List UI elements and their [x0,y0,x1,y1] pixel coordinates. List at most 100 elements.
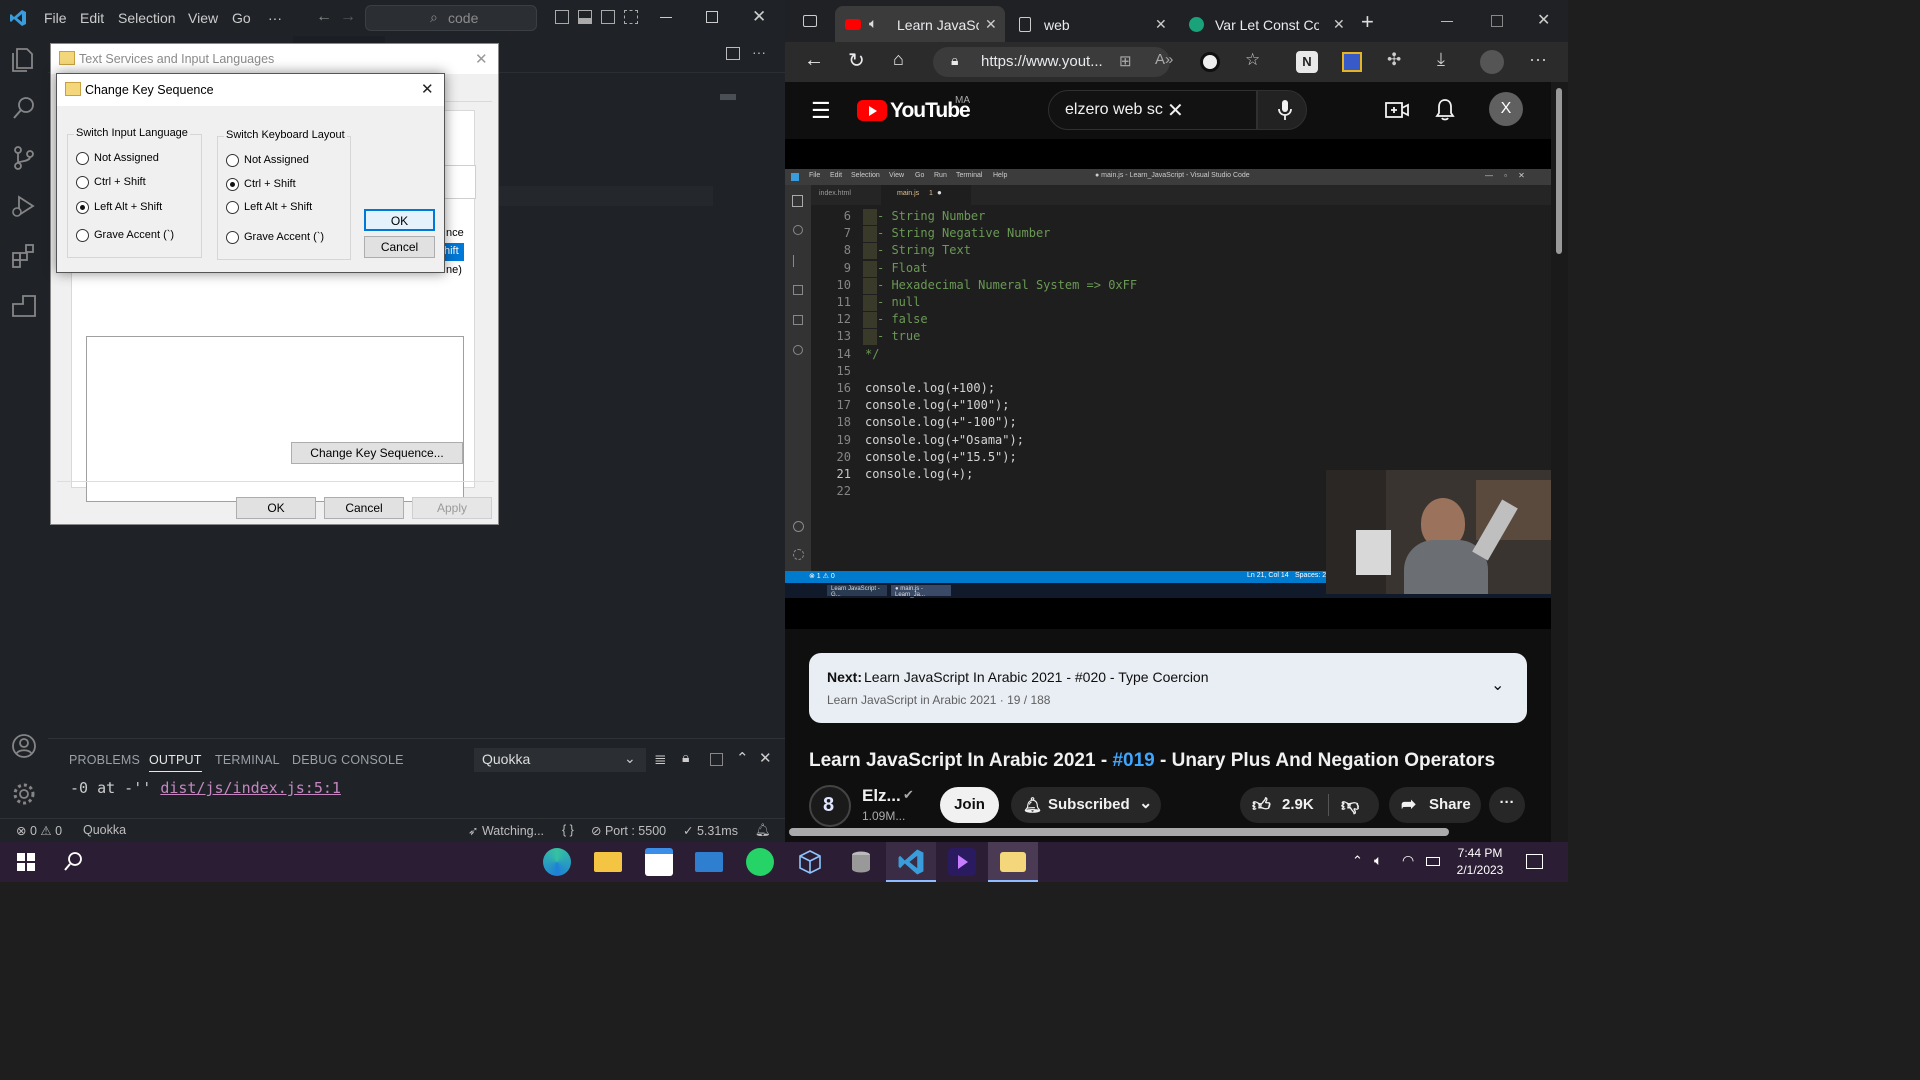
taskbar-search-icon[interactable] [60,848,88,876]
media-player-icon[interactable] [948,848,976,876]
clock[interactable]: 7:44 PM 2/1/2023 [1440,845,1520,879]
file-explorer-icon[interactable] [594,852,622,872]
whatsapp-icon[interactable] [746,848,774,876]
mail-icon[interactable] [695,852,723,872]
notion-extension-icon[interactable]: N [1296,51,1318,73]
tab-var-let-const[interactable]: Var Let Const Comp ✕ [1181,6,1351,42]
favorites-star-icon[interactable]: ☆ [1245,50,1260,70]
maximize-panel-icon[interactable]: ⌃ [736,749,749,767]
status-errors[interactable]: ⊗ 0 ⚠ 0 [16,823,62,838]
account-icon[interactable] [10,732,38,760]
audio-playing-icon[interactable]: 🔈︎ [869,15,877,32]
customize-layout-icon[interactable] [624,10,638,24]
search-icon[interactable] [10,94,38,122]
change-key-sequence-button[interactable]: Change Key Sequence... [291,442,463,464]
more-actions-button[interactable]: ··· [1489,787,1525,823]
wifi-icon[interactable]: ◠ [1402,852,1414,869]
minimap-slider[interactable] [720,94,736,100]
tab-learn-javascript[interactable]: 🔈︎ Learn JavaScri ✕ [835,6,1005,42]
subscribed-button[interactable]: 🔔︎ Subscribed ⌄ [1011,787,1161,823]
refresh-icon[interactable]: ↻ [848,48,865,73]
home-icon[interactable]: ⌂ [893,49,904,70]
hotkey-list-selected-row[interactable]: hift [442,243,464,261]
address-bar[interactable]: 🔒︎ https://www.yout... [933,47,1170,77]
minimize-icon[interactable] [1441,21,1453,22]
tab-close-icon[interactable]: ✕ [1333,16,1345,33]
close-icon[interactable]: ✕ [421,80,434,98]
video-title-hashtag[interactable]: #019 [1112,750,1154,771]
notification-center-icon[interactable] [1526,854,1543,869]
maximize-icon[interactable] [706,11,718,23]
chevron-down-icon[interactable]: ⌄ [1491,675,1504,695]
toggle-sidebar-icon[interactable] [555,10,569,24]
create-video-icon[interactable] [1385,100,1409,120]
profile-avatar[interactable] [1480,50,1504,74]
remote-explorer-icon[interactable] [10,292,38,320]
maximize-icon[interactable] [1491,15,1503,27]
extension-icon[interactable] [1200,52,1220,72]
microsoft-store-icon[interactable] [645,848,673,876]
hamburger-menu-icon[interactable]: ☰ [811,98,831,124]
vertical-scrollbar[interactable] [1551,82,1568,842]
clear-output-icon[interactable]: ≣ [654,750,667,768]
panel-tab-debug-console[interactable]: DEBUG CONSOLE [292,753,404,767]
cancel-button[interactable]: Cancel [364,236,435,258]
vertical-scrollbar-thumb[interactable] [1556,88,1562,254]
clear-search-icon[interactable]: ✕ [1167,98,1184,123]
menu-view[interactable]: View [188,10,218,26]
minimize-icon[interactable] [660,17,672,18]
video-player[interactable]: File Edit Selection View Go Run Terminal… [785,139,1551,629]
taskbar-item-vscode[interactable] [886,842,936,882]
nav-forward-icon[interactable]: → [340,8,356,26]
explorer-icon[interactable] [10,46,38,74]
menu-file[interactable]: File [44,10,67,26]
split-editor-icon[interactable] [726,47,740,60]
panel-tab-terminal[interactable]: TERMINAL [215,753,280,767]
share-button[interactable]: ➦ Share [1389,787,1481,823]
status-live-server-watching[interactable]: ➶ Watching... [468,823,544,838]
menu-selection[interactable]: Selection [118,10,176,26]
status-timing[interactable]: ✓ 5.31ms [683,823,738,838]
extensions-icon[interactable] [10,242,38,270]
toggle-panel-icon[interactable] [578,10,592,24]
menu-go[interactable]: Go [232,10,251,26]
next-video-card[interactable]: Next: Learn JavaScript In Arabic 2021 - … [809,653,1527,723]
app-available-icon[interactable]: ⊞ [1119,52,1132,70]
dislike-button[interactable]: 👎︎ [1329,787,1379,823]
edge-browser-icon[interactable] [543,848,571,876]
output-channel-select[interactable]: Quokka ⌄ [474,748,646,772]
database-icon[interactable] [847,848,875,876]
editor-more-icon[interactable]: ··· [752,44,766,60]
settings-gear-icon[interactable] [10,780,38,808]
downloads-icon[interactable]: ⤓ [1437,49,1445,70]
cancel-button[interactable]: Cancel [324,497,404,519]
open-output-editor-icon[interactable] [710,753,723,766]
status-braces[interactable]: { } [562,823,574,837]
status-port[interactable]: ⊘ Port : 5500 [591,823,666,838]
menu-more[interactable]: ··· [268,10,282,26]
youtube-logo-icon[interactable] [857,100,887,121]
nav-back-icon[interactable]: ← [316,8,332,26]
status-quokka[interactable]: Quokka [83,823,126,837]
output-file-link[interactable]: dist/js/index.js:5:1 [160,779,341,797]
command-center-search[interactable]: ⌕ code [365,5,537,31]
show-hidden-icons-chevron-icon[interactable]: ⌃ [1352,853,1363,869]
notifications-bell-icon[interactable]: 🔔︎ [755,823,771,838]
close-panel-icon[interactable]: ✕ [759,749,772,767]
menu-edit[interactable]: Edit [80,10,104,26]
tab-close-icon[interactable]: ✕ [1155,16,1167,33]
close-icon[interactable]: ✕ [1537,10,1550,30]
windows-start-icon[interactable] [12,848,40,876]
panel-tab-output[interactable]: OUTPUT [149,753,202,772]
youtube-search-input[interactable]: elzero web sc ✕ [1048,90,1257,130]
lock-scroll-icon[interactable]: 🔒︎ [682,749,689,766]
apply-button[interactable]: Apply [412,497,492,519]
ok-button[interactable]: OK [364,209,435,231]
back-arrow-icon[interactable]: ← [804,49,824,72]
toggle-secondary-sidebar-icon[interactable] [601,10,615,24]
like-button[interactable]: 👍︎ 2.9K [1240,787,1328,823]
colorful-extension-icon[interactable] [1342,52,1362,72]
channel-avatar[interactable]: 8 [809,785,851,827]
channel-name[interactable]: Elz... [862,786,901,806]
tab-actions-icon[interactable] [803,15,817,27]
